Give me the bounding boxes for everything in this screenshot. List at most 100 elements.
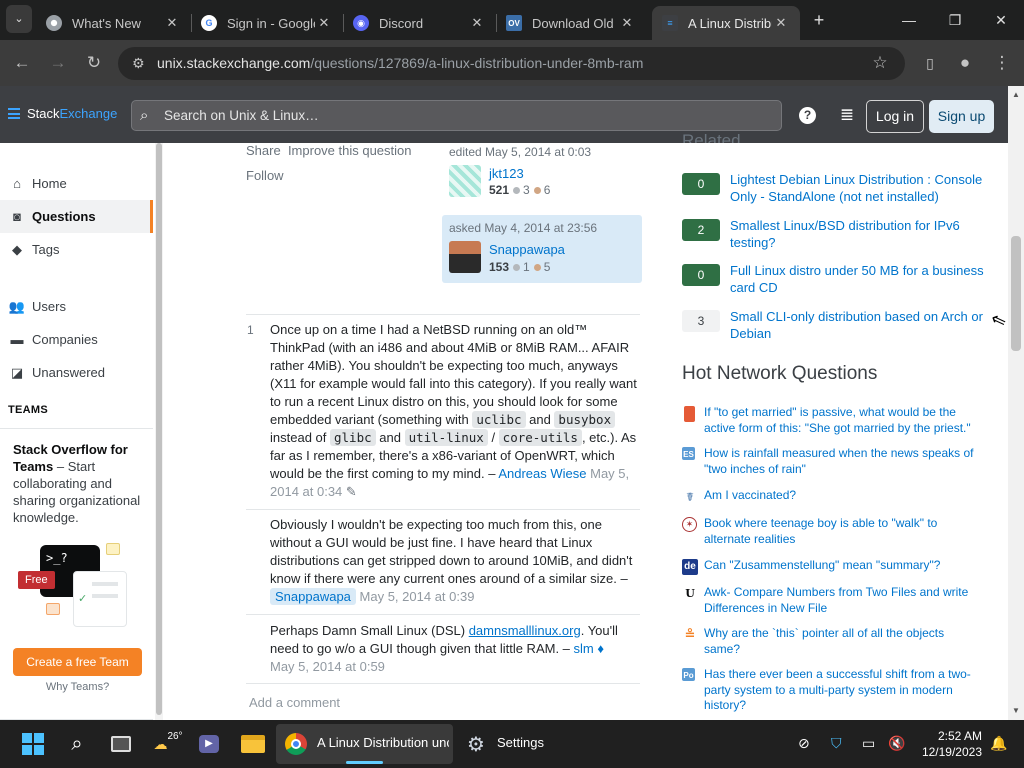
- stackexchange-logo[interactable]: Stack Exchange: [8, 106, 117, 121]
- comment-time[interactable]: May 5, 2014 at 0:39: [360, 589, 475, 604]
- hot-question-title[interactable]: How is rainfall measured when the news s…: [704, 446, 979, 477]
- bookmark-star-icon[interactable]: ☆: [868, 51, 892, 75]
- scroll-down-icon[interactable]: ▼: [1011, 706, 1021, 715]
- help-icon[interactable]: ?: [799, 107, 816, 124]
- hot-question[interactable]: U Awk- Compare Numbers from Two Files and…: [682, 585, 982, 619]
- nav-users[interactable]: 👥 Users: [0, 290, 153, 323]
- hot-question[interactable]: ≗ Why are the `this` pointer all of all t…: [682, 626, 982, 660]
- start-windows-icon[interactable]: [18, 729, 48, 759]
- add-comment-link[interactable]: Add a comment: [249, 695, 340, 710]
- back-arrow-icon[interactable]: ←: [10, 51, 34, 75]
- close-icon[interactable]: ✕: [618, 15, 636, 31]
- hot-question[interactable]: Po Has there ever been a successful shift…: [682, 667, 982, 717]
- search-icon[interactable]: ⌕: [62, 729, 92, 759]
- site-switcher-icon[interactable]: ≣: [837, 105, 857, 125]
- hot-question[interactable]: If "to get married" is passive, what wou…: [682, 405, 982, 439]
- related-question-title[interactable]: Lightest Debian Linux Distribution : Con…: [730, 171, 985, 205]
- follow-link[interactable]: Follow: [246, 168, 284, 183]
- editor-name[interactable]: jkt123: [489, 166, 524, 181]
- why-teams-link[interactable]: Why Teams?: [0, 681, 155, 693]
- close-icon[interactable]: ✕: [315, 15, 333, 31]
- nav-home[interactable]: ⌂ Home: [0, 167, 153, 200]
- close-icon[interactable]: ✕: [772, 15, 790, 31]
- comment-link[interactable]: damnsmalllinux.org: [469, 623, 581, 638]
- related-question[interactable]: 0 Lightest Debian Linux Distribution : C…: [682, 171, 982, 207]
- hot-question-title[interactable]: Awk- Compare Numbers from Two Files and …: [704, 585, 979, 616]
- scroll-up-icon[interactable]: ▲: [1011, 90, 1021, 99]
- related-question-title[interactable]: Smallest Linux/BSD distribution for IPv6…: [730, 217, 985, 251]
- tab-search-button[interactable]: ⌄: [6, 5, 32, 33]
- related-question[interactable]: 2 Smallest Linux/BSD distribution for IP…: [682, 217, 982, 253]
- divider: [246, 683, 640, 684]
- network-off-icon[interactable]: ⊘: [798, 735, 810, 752]
- system-clock[interactable]: 2:52 AM 12/19/2023: [918, 728, 982, 760]
- forward-arrow-icon[interactable]: →: [46, 51, 70, 75]
- login-button[interactable]: Log in: [866, 100, 924, 133]
- close-icon[interactable]: ✕: [163, 15, 181, 31]
- nav-questions[interactable]: ◙ Questions: [0, 200, 153, 233]
- tab-discord[interactable]: ◉ Discord ✕: [343, 6, 496, 40]
- close-window-icon[interactable]: ✕: [986, 8, 1016, 32]
- unanswered-icon: ◪: [10, 364, 24, 380]
- minimize-icon[interactable]: —: [894, 8, 924, 32]
- tab-download-old[interactable]: OV Download Old ✕: [496, 6, 646, 40]
- security-shield-icon[interactable]: ⛉: [831, 735, 842, 752]
- profile-icon[interactable]: ●: [953, 51, 977, 75]
- comment-author[interactable]: Snappawapa: [270, 588, 356, 605]
- display-icon[interactable]: ▭: [862, 735, 875, 752]
- task-view-icon[interactable]: [106, 729, 136, 759]
- address-bar[interactable]: ⚙ unix.stackexchange.com/questions/12786…: [118, 47, 905, 80]
- weather-widget[interactable]: ☁ 26°: [150, 729, 186, 759]
- share-link[interactable]: Share: [246, 143, 281, 158]
- taskbar-chrome-window[interactable]: A Linux Distribution unc: [276, 724, 453, 764]
- improve-question-link[interactable]: Improve this question: [288, 143, 412, 158]
- related-question[interactable]: 0 Full Linux distro under 50 MB for a bu…: [682, 262, 985, 298]
- tab-linux-distribution[interactable]: ≡ A Linux Distribu ✕: [652, 6, 800, 40]
- hot-question[interactable]: ✶ Book where teenage boy is able to "walk…: [682, 516, 982, 550]
- hot-question[interactable]: ☤ Am I vaccinated?: [682, 488, 982, 508]
- user-avatar[interactable]: [449, 241, 481, 273]
- taskbar-settings-window[interactable]: ⚙ Settings: [460, 724, 570, 764]
- hot-question[interactable]: de Can "Zusammenstellung" mean "summary"?: [682, 558, 982, 578]
- create-team-button[interactable]: Create a free Team: [13, 648, 142, 676]
- hot-question-title[interactable]: Am I vaccinated?: [704, 488, 979, 504]
- edited-time[interactable]: edited May 5, 2014 at 0:03: [449, 145, 591, 159]
- left-sidebar-scrollbar[interactable]: [155, 143, 163, 720]
- nav-tags[interactable]: ◆ Tags: [0, 233, 153, 266]
- asked-time: asked May 4, 2014 at 23:56: [449, 221, 598, 235]
- volume-muted-icon[interactable]: 🔇: [888, 735, 905, 752]
- tab-google-signin[interactable]: G Sign in - Google ✕: [191, 6, 343, 40]
- comment-author[interactable]: Andreas Wiese: [498, 466, 586, 481]
- file-explorer-icon[interactable]: [238, 729, 268, 759]
- page-scrollbar[interactable]: ▲ ▼: [1008, 86, 1024, 720]
- notification-bell-icon[interactable]: 🔔: [990, 735, 1007, 752]
- tab-whats-new[interactable]: What's New ✕: [36, 6, 191, 40]
- comment-author[interactable]: slm: [574, 641, 594, 656]
- side-panel-icon[interactable]: ▯: [918, 51, 942, 75]
- asker-name[interactable]: Snappawapa: [489, 242, 565, 257]
- search-input[interactable]: ⌕ Search on Unix & Linux…: [131, 100, 782, 131]
- user-avatar[interactable]: [449, 165, 481, 197]
- reload-icon[interactable]: ↻: [82, 51, 106, 75]
- nav-companies[interactable]: ▬ Companies: [0, 323, 153, 356]
- hot-question[interactable]: ES How is rainfall measured when the news…: [682, 446, 982, 480]
- new-tab-button[interactable]: +: [804, 8, 834, 32]
- comment-time[interactable]: May 5, 2014 at 0:59: [270, 659, 385, 674]
- nav-unanswered[interactable]: ◪ Unanswered: [0, 356, 153, 389]
- meet-video-icon[interactable]: ▶: [194, 729, 224, 759]
- restore-icon[interactable]: ❐: [940, 8, 970, 32]
- hot-question-title[interactable]: Has there ever been a successful shift f…: [704, 667, 979, 714]
- hot-question-title[interactable]: Why are the `this` pointer all of all th…: [704, 626, 979, 657]
- related-question-title[interactable]: Full Linux distro under 50 MB for a busi…: [730, 262, 985, 296]
- site-info-icon[interactable]: ⚙: [132, 47, 145, 80]
- hot-question-title[interactable]: Can "Zusammenstellung" mean "summary"?: [704, 558, 979, 574]
- related-question-title[interactable]: Small CLI-only distribution based on Arc…: [730, 308, 985, 342]
- menu-kebab-icon[interactable]: ⋮: [990, 51, 1014, 75]
- signup-button[interactable]: Sign up: [929, 100, 994, 133]
- hot-question-title[interactable]: If "to get married" is passive, what wou…: [704, 405, 979, 436]
- close-icon[interactable]: ✕: [468, 15, 486, 31]
- scrollbar-thumb[interactable]: [1011, 236, 1021, 351]
- hot-question-title[interactable]: Book where teenage boy is able to "walk"…: [704, 516, 979, 547]
- related-question[interactable]: 3 Small CLI-only distribution based on A…: [682, 308, 985, 344]
- logo-text: Stack: [27, 106, 60, 121]
